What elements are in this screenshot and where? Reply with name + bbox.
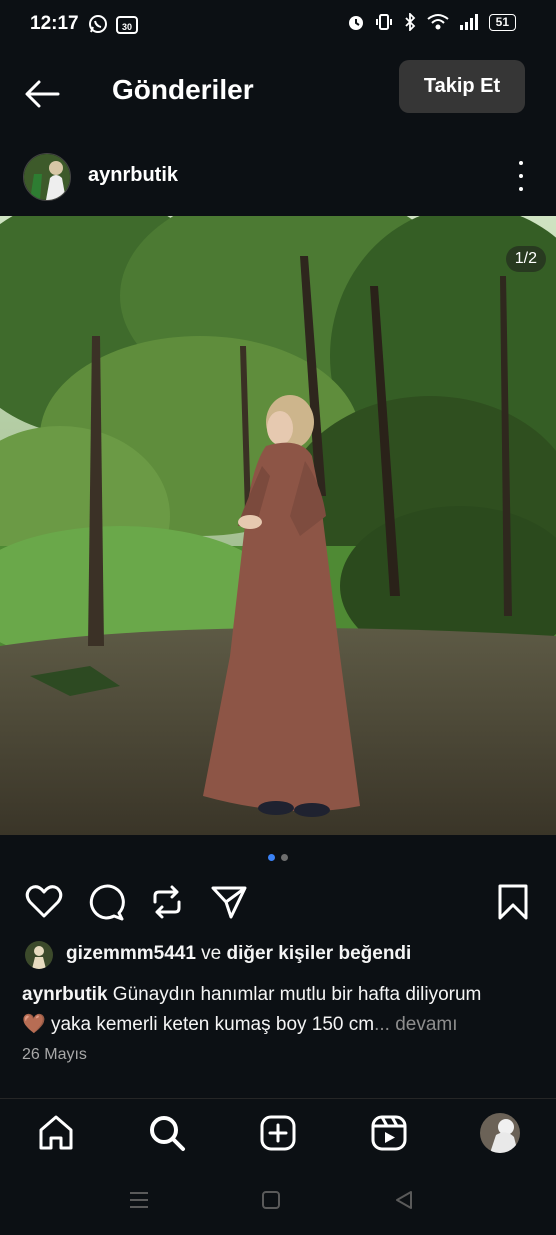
nav-create[interactable] [258, 1113, 298, 1153]
nav-search[interactable] [147, 1113, 187, 1153]
comment-icon [89, 884, 125, 921]
liker-username[interactable]: gizemmm5441 [66, 943, 196, 964]
liker-avatar[interactable] [25, 941, 53, 969]
author-username[interactable]: aynrbutik [88, 164, 178, 187]
status-right-icons: 51 [347, 13, 516, 31]
send-icon [211, 886, 247, 919]
status-left-icons: 30 [88, 14, 138, 34]
author-avatar[interactable] [23, 153, 71, 201]
repost-icon [153, 885, 181, 919]
home-icon [39, 1115, 73, 1150]
bluetooth-icon [405, 13, 415, 31]
caption-text-line2: yaka kemerli keten kumaş boy 150 cm [45, 1014, 375, 1035]
page-title: Gönderiler [112, 74, 254, 105]
likes-others[interactable]: diğer kişiler beğendi [227, 943, 412, 964]
search-icon [150, 1116, 185, 1151]
comment-button[interactable] [86, 882, 126, 922]
likes-summary[interactable]: gizemmm5441 ve diğer kişiler beğendi [66, 943, 411, 965]
bookmark-icon [498, 884, 528, 920]
svg-text:30: 30 [122, 22, 132, 32]
heart-icon [25, 885, 63, 918]
share-button[interactable] [209, 882, 249, 922]
whatsapp-icon [89, 15, 107, 33]
more-dot [519, 187, 523, 191]
arrow-left-icon [25, 80, 60, 108]
post-date: 26 Mayıs [22, 1046, 87, 1063]
follow-button[interactable]: Takip Et [399, 60, 525, 113]
caption-more-link[interactable]: ... devamı [374, 1014, 457, 1035]
vibrate-icon [375, 14, 392, 30]
repost-button[interactable] [147, 882, 187, 922]
post-caption: aynrbutik Günaydın hanımlar mutlu bir ha… [22, 980, 542, 1040]
image-counter: 1/2 [505, 246, 546, 272]
system-home-button[interactable] [260, 1188, 282, 1217]
profile-avatar-image [480, 1113, 520, 1153]
nav-profile[interactable] [480, 1113, 520, 1153]
back-button[interactable] [22, 77, 62, 111]
like-button[interactable] [24, 882, 64, 922]
add-post-icon [260, 1115, 296, 1151]
alarm-icon [348, 16, 363, 30]
nav-divider [0, 1098, 556, 1099]
system-back-button[interactable] [393, 1188, 415, 1217]
more-dot [519, 161, 523, 165]
battery-icon: 51 [488, 13, 516, 31]
nav-reels[interactable] [369, 1113, 409, 1153]
caption-username[interactable]: aynrbutik [22, 984, 108, 1005]
likes-connector: ve [195, 943, 227, 964]
wifi-icon [427, 14, 449, 30]
speed-30-icon: 30 [116, 16, 138, 34]
signal-icon [459, 14, 478, 30]
caption-emoji: 🤎 [22, 1014, 46, 1035]
post-image[interactable] [0, 216, 556, 835]
system-menu-button[interactable] [128, 1188, 150, 1217]
carousel-dot [281, 854, 288, 861]
triangle-back-icon [396, 1191, 412, 1209]
nav-home[interactable] [36, 1113, 76, 1153]
more-options-button[interactable] [511, 161, 531, 191]
more-dot [519, 174, 523, 178]
caption-text-line1: Günaydın hanımlar mutlu bir hafta diliyo… [107, 984, 482, 1005]
menu-icon [130, 1192, 148, 1208]
carousel-dot-active [268, 854, 275, 861]
reels-icon [371, 1115, 407, 1151]
save-button[interactable] [493, 882, 533, 922]
square-icon [262, 1191, 280, 1209]
status-time: 12:17 [30, 13, 79, 34]
carousel-indicator [0, 854, 556, 861]
